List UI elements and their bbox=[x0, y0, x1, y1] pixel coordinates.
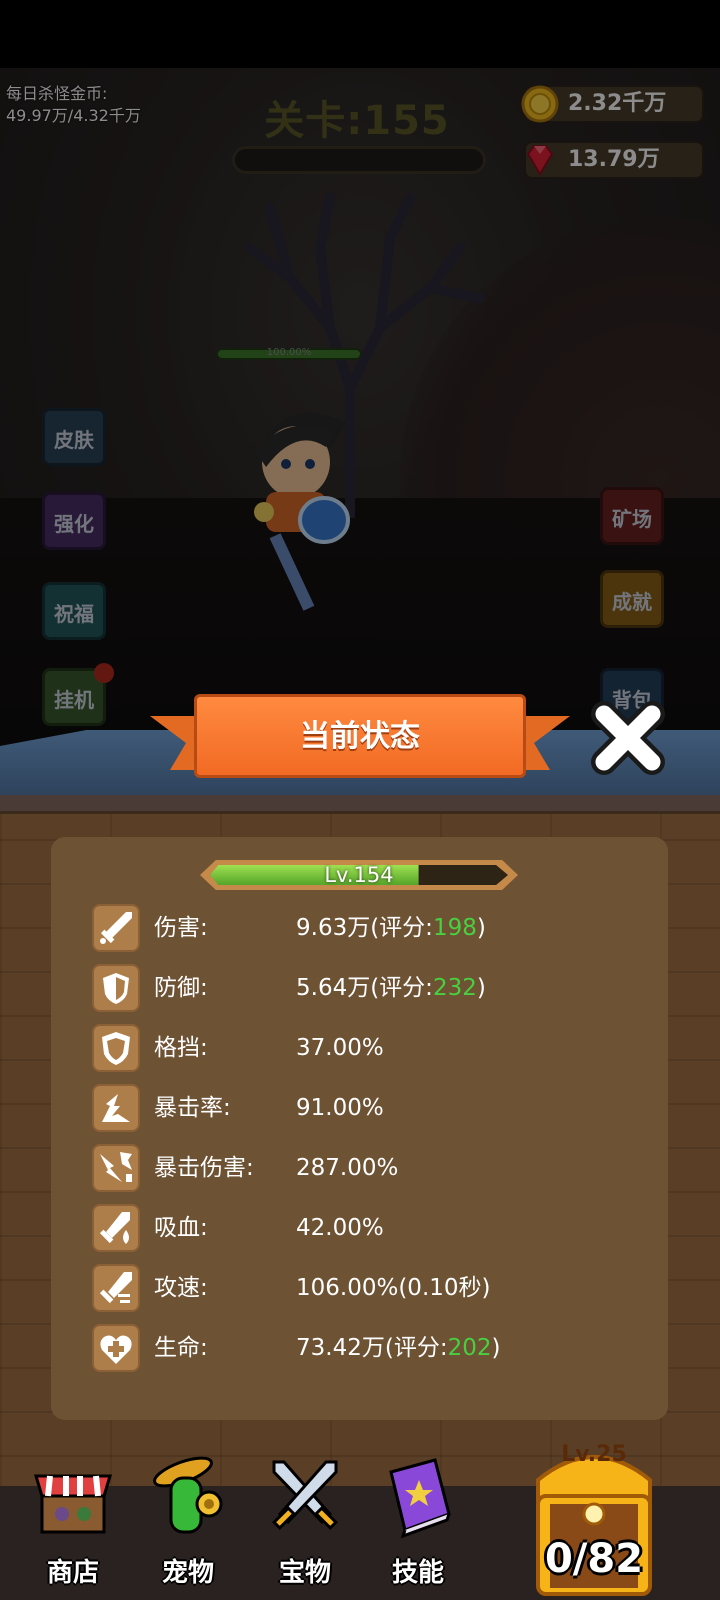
nav-shop-label: 商店 bbox=[46, 1558, 99, 1588]
stat-label: 吸血: bbox=[154, 1215, 208, 1241]
spellbook-icon bbox=[389, 1458, 451, 1539]
stat-row-lifesteal: 吸血: 42.00% bbox=[92, 1204, 652, 1252]
lifesteal-icon bbox=[92, 1204, 140, 1252]
shield-icon bbox=[92, 964, 140, 1012]
panel-title-ribbon: 当前状态 bbox=[150, 694, 570, 790]
stat-score: 198 bbox=[432, 915, 477, 941]
stat-label: 攻速: bbox=[154, 1275, 208, 1301]
stat-label: 伤害: bbox=[154, 915, 208, 941]
stat-label: 生命: bbox=[154, 1335, 208, 1361]
nav-shop[interactable]: 商店 bbox=[18, 1440, 128, 1600]
stat-value: 37.00% bbox=[296, 1035, 384, 1061]
block-shield-icon bbox=[92, 1024, 140, 1072]
crit-damage-icon bbox=[92, 1144, 140, 1192]
treasure-chest[interactable]: Lv.25 0/82 bbox=[524, 1440, 664, 1600]
stat-label: 防御: bbox=[154, 975, 208, 1001]
stat-label: 暴击伤害: bbox=[154, 1155, 254, 1181]
shop-stall-icon bbox=[33, 1474, 113, 1534]
stat-row-crit-rate: 暴击率: 91.00% bbox=[92, 1084, 652, 1132]
stat-row-attack-speed: 攻速: 106.00%(0.10秒) bbox=[92, 1264, 652, 1312]
crossed-swords-icon bbox=[271, 1460, 339, 1531]
stat-value: 73.42万(评分:202) bbox=[296, 1335, 501, 1361]
stat-row-health: 生命: 73.42万(评分:202) bbox=[92, 1324, 652, 1372]
nav-treasure-label: 宝物 bbox=[278, 1558, 331, 1588]
close-icon[interactable] bbox=[588, 698, 668, 778]
player-level-bar: Lv.154 bbox=[200, 860, 518, 890]
panel-top-trim bbox=[0, 795, 720, 814]
modal-overlay[interactable] bbox=[0, 68, 720, 768]
nav-skill-label: 技能 bbox=[391, 1558, 444, 1588]
attack-speed-icon bbox=[92, 1264, 140, 1312]
nav-pet-label: 宠物 bbox=[161, 1558, 214, 1588]
heart-plus-icon bbox=[92, 1324, 140, 1372]
stat-value: 106.00%(0.10秒) bbox=[296, 1275, 491, 1301]
stat-value: 42.00% bbox=[296, 1215, 384, 1241]
sword-icon bbox=[92, 904, 140, 952]
stat-score: 232 bbox=[432, 975, 477, 1001]
chest-count: 0/82 bbox=[544, 1536, 644, 1582]
chest-level: Lv.25 bbox=[561, 1442, 627, 1467]
nav-treasure[interactable]: 宝物 bbox=[250, 1440, 360, 1600]
stat-row-block: 格挡: 37.00% bbox=[92, 1024, 652, 1072]
nav-pet[interactable]: 宠物 bbox=[133, 1440, 243, 1600]
stat-label: 格挡: bbox=[154, 1035, 208, 1061]
stat-value: 9.63万(评分:198) bbox=[296, 915, 486, 941]
crit-burst-icon bbox=[92, 1084, 140, 1132]
nav-skill[interactable]: 技能 bbox=[363, 1440, 473, 1600]
stat-value: 5.64万(评分:232) bbox=[296, 975, 486, 1001]
stat-value: 91.00% bbox=[296, 1095, 384, 1121]
status-bar bbox=[0, 0, 720, 68]
panel-title: 当前状态 bbox=[194, 694, 526, 778]
stat-label: 暴击率: bbox=[154, 1095, 231, 1121]
stat-value: 287.00% bbox=[296, 1155, 399, 1181]
stat-row-defense: 防御: 5.64万(评分:232) bbox=[92, 964, 652, 1012]
stat-row-crit-damage: 暴击伤害: 287.00% bbox=[92, 1144, 652, 1192]
player-level-text: Lv.154 bbox=[324, 863, 394, 887]
cactus-pet-icon bbox=[153, 1456, 223, 1534]
stat-score: 202 bbox=[447, 1335, 492, 1361]
stat-row-damage: 伤害: 9.63万(评分:198) bbox=[92, 904, 652, 952]
